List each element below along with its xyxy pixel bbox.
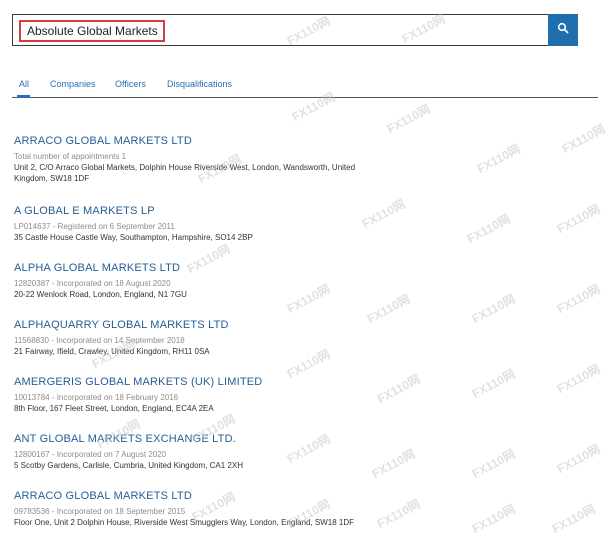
result-address: 8th Floor, 167 Fleet Street, London, Eng… <box>14 404 214 413</box>
search-button[interactable] <box>548 14 578 46</box>
result-address: 21 Fairway, Ifield, Crawley, United King… <box>14 347 210 356</box>
list-item: ANT GLOBAL MARKETS EXCHANGE LTD. 1280016… <box>14 433 594 471</box>
result-meta: 11568830 - Incorporated on 14 September … <box>14 336 185 345</box>
list-item: ARRACO GLOBAL MARKETS LTD 09783536 - Inc… <box>14 490 594 528</box>
result-title[interactable]: ARRACO GLOBAL MARKETS LTD <box>14 135 594 148</box>
list-item: ALPHAQUARRY GLOBAL MARKETS LTD 11568830 … <box>14 319 594 357</box>
search-input[interactable]: Absolute Global Markets <box>19 20 165 42</box>
tab-all[interactable]: All <box>19 79 29 89</box>
result-address: Unit 2, C/O Arraco Global Markets, Dolph… <box>14 163 356 183</box>
result-meta: 12820387 - Incorporated on 18 August 202… <box>14 279 171 288</box>
result-meta: 10013784 - Incorporated on 18 February 2… <box>14 393 179 402</box>
result-tabs: All Companies Officers Disqualifications <box>12 78 598 98</box>
active-tab-indicator <box>17 95 30 98</box>
result-meta: 12800167 - Incorporated on 7 August 2020 <box>14 450 167 459</box>
result-address: 5 Scotby Gardens, Carlisle, Cumbria, Uni… <box>14 461 243 470</box>
tab-disqualifications[interactable]: Disqualifications <box>167 79 232 89</box>
result-title[interactable]: AMERGERIS GLOBAL MARKETS (UK) LIMITED <box>14 376 594 389</box>
result-meta: 09783536 - Incorporated on 18 September … <box>14 507 186 516</box>
result-address: 35 Castle House Castle Way, Southampton,… <box>14 233 253 242</box>
watermark: FX110网 <box>384 101 433 137</box>
list-item: ARRACO GLOBAL MARKETS LTD Total number o… <box>14 135 594 184</box>
result-address: Floor One, Unit 2 Dolphin House, Riversi… <box>14 518 355 527</box>
result-title[interactable]: A GLOBAL E MARKETS LP <box>14 205 594 218</box>
search-icon <box>557 21 569 39</box>
search-bar: Absolute Global Markets <box>12 14 578 46</box>
result-title[interactable]: ARRACO GLOBAL MARKETS LTD <box>14 490 594 503</box>
list-item: ALPHA GLOBAL MARKETS LTD 12820387 - Inco… <box>14 262 594 300</box>
result-address: 20-22 Wenlock Road, London, England, N1 … <box>14 290 187 299</box>
company-search-page: Absolute Global Markets All Companies Of… <box>0 0 610 547</box>
list-item: AMERGERIS GLOBAL MARKETS (UK) LIMITED 10… <box>14 376 594 414</box>
result-meta: Total number of appointments 1 <box>14 152 127 161</box>
list-item: A GLOBAL E MARKETS LP LP014637 - Registe… <box>14 205 594 243</box>
tab-companies[interactable]: Companies <box>50 79 96 89</box>
result-title[interactable]: ALPHA GLOBAL MARKETS LTD <box>14 262 594 275</box>
result-meta: LP014637 - Registered on 6 September 201… <box>14 222 175 231</box>
result-title[interactable]: ANT GLOBAL MARKETS EXCHANGE LTD. <box>14 433 594 446</box>
tab-officers[interactable]: Officers <box>115 79 146 89</box>
result-title[interactable]: ALPHAQUARRY GLOBAL MARKETS LTD <box>14 319 594 332</box>
